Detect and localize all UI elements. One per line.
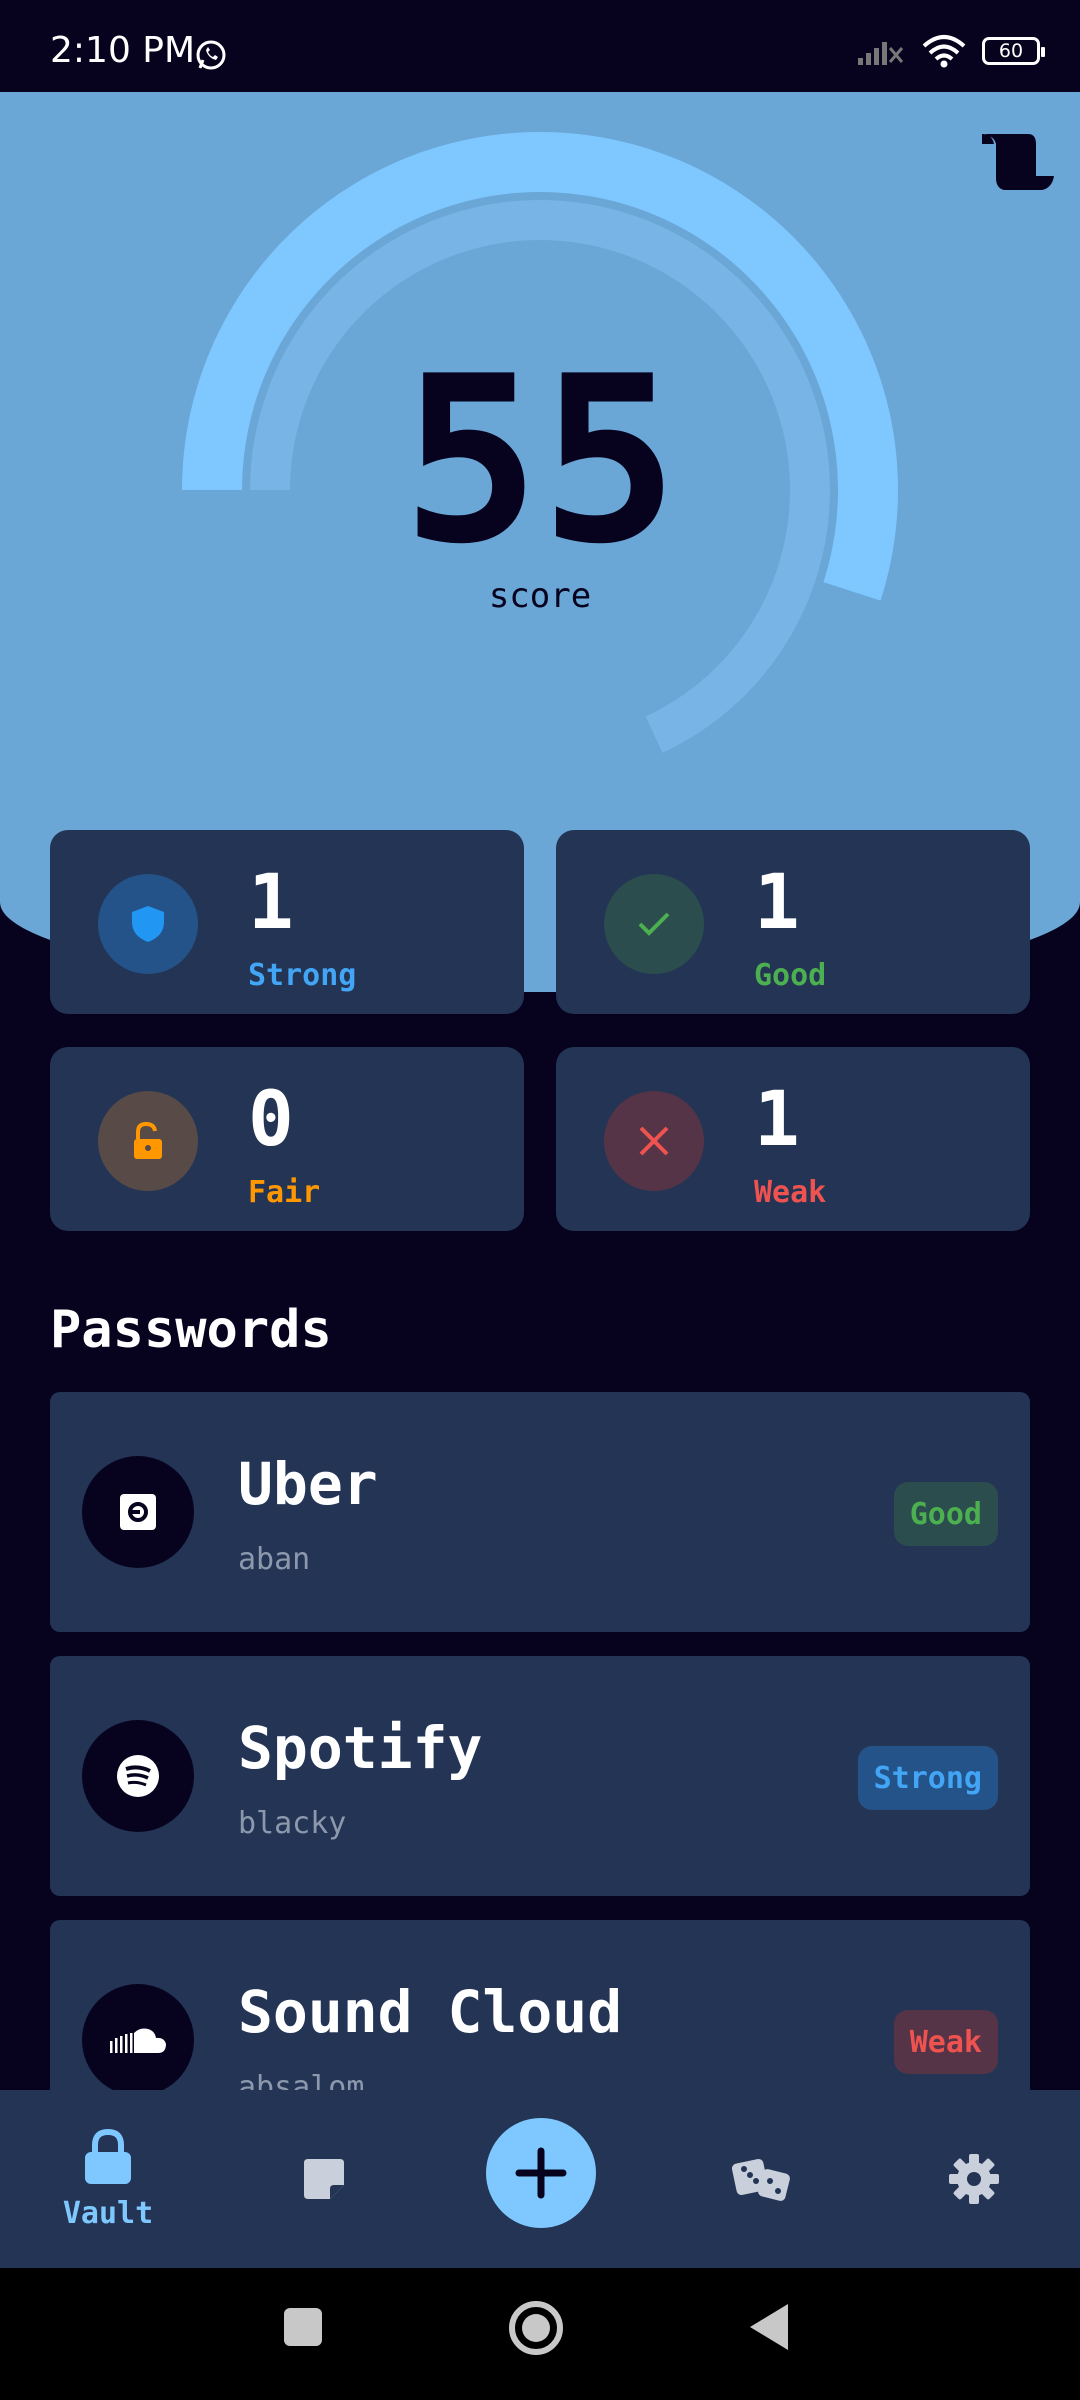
lock-icon (85, 2128, 131, 2184)
gear-icon (949, 2154, 999, 2204)
whatsapp-icon (194, 38, 228, 76)
recents-button[interactable] (282, 2306, 324, 2352)
shield-icon (98, 874, 198, 974)
unlock-icon (98, 1091, 198, 1191)
stat-card-strong[interactable]: 1 Strong (50, 830, 524, 1014)
stat-count: 1 (754, 857, 800, 946)
strength-badge: Good (893, 1482, 998, 1546)
strength-badge: Weak (893, 2010, 998, 2074)
nav-vault[interactable]: Vault (50, 2090, 166, 2268)
password-item-uber[interactable]: Uber aban Good (50, 1392, 1030, 1632)
check-icon (604, 874, 704, 974)
circle-icon (509, 2301, 563, 2355)
uber-icon (82, 1456, 194, 1568)
passwords-section-title: Passwords (50, 1300, 332, 1360)
add-button[interactable] (486, 2118, 596, 2228)
stat-label: Strong (248, 958, 357, 993)
spotify-icon (82, 1720, 194, 1832)
add-icon (515, 2147, 567, 2199)
wifi-icon (922, 35, 966, 68)
stat-card-fair[interactable]: 0 Fair (50, 1047, 524, 1231)
nav-settings[interactable] (934, 2090, 1014, 2268)
stat-card-weak[interactable]: 1 Weak (556, 1047, 1030, 1231)
score-label: score (488, 576, 592, 616)
status-bar: 2:10 PM 60 (0, 0, 1080, 92)
password-title: Uber (238, 1450, 378, 1518)
stat-count: 0 (248, 1074, 294, 1163)
nav-vault-label: Vault (62, 2195, 154, 2231)
password-username: blacky (238, 1806, 347, 1841)
status-time: 2:10 PM (50, 30, 196, 71)
status-icons: 60 (856, 34, 1045, 68)
password-title: Sound Cloud (238, 1978, 623, 2046)
square-icon (284, 2308, 322, 2346)
triangle-back-icon (750, 2304, 788, 2350)
password-username: aban (238, 1542, 311, 1577)
stat-count: 1 (248, 857, 294, 946)
nav-notes[interactable] (284, 2090, 364, 2268)
soundcloud-icon (82, 1984, 194, 2096)
home-button[interactable] (508, 2300, 564, 2360)
close-icon (604, 1091, 704, 1191)
dice-icon (731, 2158, 790, 2201)
battery-level: 60 (998, 40, 1024, 62)
signal-icon (858, 42, 904, 65)
note-icon (304, 2159, 344, 2199)
system-navigation-bar (0, 2268, 1080, 2400)
password-item-spotify[interactable]: Spotify blacky Strong (50, 1656, 1030, 1896)
stat-label: Good (754, 958, 827, 993)
back-button[interactable] (748, 2302, 790, 2356)
stat-label: Weak (754, 1175, 827, 1210)
scroll-icon[interactable] (978, 130, 1058, 198)
password-title: Spotify (238, 1714, 483, 1782)
stat-label: Fair (248, 1175, 321, 1210)
nav-generator[interactable] (722, 2090, 802, 2268)
stat-card-good[interactable]: 1 Good (556, 830, 1030, 1014)
bottom-navigation: Vault (0, 2090, 1080, 2268)
score-value: 55 (401, 328, 679, 595)
strength-badge: Strong (857, 1746, 998, 1810)
battery-indicator: 60 (982, 37, 1045, 65)
stat-count: 1 (754, 1074, 800, 1163)
